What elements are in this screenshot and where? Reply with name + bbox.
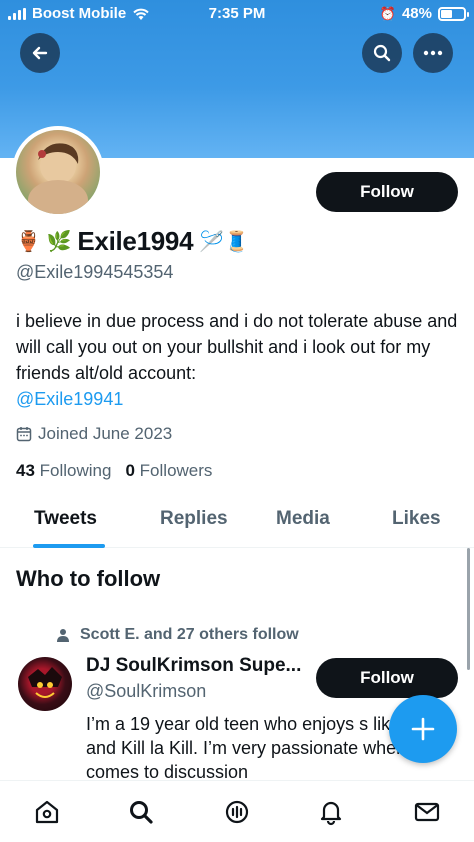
suggestion-avatar[interactable]: [18, 657, 72, 711]
spaces-icon: [225, 800, 249, 824]
calendar-icon: [16, 427, 32, 442]
profile-bio: i believe in due process and i do not to…: [16, 308, 462, 412]
more-horizontal-icon: [423, 50, 443, 56]
nav-notifications[interactable]: [316, 797, 346, 827]
back-button[interactable]: [20, 33, 60, 73]
follow-counts: 43 Following 0 Followers: [16, 461, 212, 481]
following-link[interactable]: 43 Following: [16, 461, 111, 481]
followers-label: Followers: [139, 461, 213, 480]
following-label: Following: [39, 461, 112, 480]
name-emoji-right: 🪡🧵: [199, 230, 250, 253]
nav-spaces[interactable]: [222, 797, 252, 827]
joined-text: Joined June 2023: [38, 424, 173, 443]
avatar-image: [28, 143, 88, 214]
joined-date: Joined June 2023: [16, 424, 172, 444]
active-tab-indicator: [33, 544, 105, 548]
bio-text: i believe in due process and i do not to…: [16, 311, 458, 383]
social-context-text: Scott E. and 27 others follow: [80, 626, 299, 643]
tab-media[interactable]: Media: [276, 508, 330, 530]
notifications-icon: [320, 801, 342, 826]
followers-count: 0: [125, 461, 135, 480]
bio-mention-link[interactable]: @Exile19941: [16, 389, 123, 409]
tab-replies[interactable]: Replies: [160, 508, 228, 530]
nav-messages[interactable]: [412, 797, 442, 827]
search-button[interactable]: [362, 33, 402, 73]
suggestion-handle: @SoulKrimson: [86, 681, 207, 701]
profile-tabs: Tweets Replies Media Likes: [0, 498, 474, 548]
more-button[interactable]: [413, 33, 453, 73]
name-emoji-left: 🏺 🌿: [16, 230, 72, 253]
battery-icon: [438, 6, 469, 21]
alarm-icon: ⏰: [379, 5, 396, 21]
battery-fill: [441, 9, 452, 18]
search-icon: [373, 44, 391, 62]
profile-avatar[interactable]: [12, 126, 104, 218]
nav-search[interactable]: [126, 797, 156, 827]
following-count: 43: [16, 461, 35, 480]
followers-link[interactable]: 0 Followers: [125, 461, 212, 481]
tab-tweets[interactable]: Tweets: [34, 508, 97, 530]
plus-icon: [411, 717, 435, 741]
search-icon: [130, 801, 153, 824]
bottom-nav: [0, 780, 474, 842]
home-icon: [35, 800, 59, 824]
tab-likes[interactable]: Likes: [392, 508, 441, 530]
suggestion-follow-button[interactable]: Follow: [316, 658, 458, 698]
compose-tweet-button[interactable]: [389, 695, 457, 763]
battery-percent: 48%: [401, 5, 432, 22]
status-bar: Boost Mobile 7:35 PM ⏰ 48%: [0, 0, 474, 28]
arrow-left-icon: [32, 46, 48, 60]
display-name: Exile1994: [77, 226, 194, 256]
messages-icon: [414, 802, 440, 822]
who-to-follow-title: Who to follow: [16, 566, 161, 591]
nav-home[interactable]: [32, 797, 62, 827]
profile-name-row: 🏺 🌿 Exile1994 🪡🧵: [16, 226, 249, 257]
suggestion-name[interactable]: DJ SoulKrimson Supe...: [86, 655, 316, 677]
suggestion-avatar-image: [28, 667, 62, 698]
profile-handle: @Exile1994545354: [16, 262, 174, 282]
person-icon: [57, 629, 69, 642]
scrollbar[interactable]: [467, 548, 470, 670]
social-context: Scott E. and 27 others follow: [56, 626, 299, 644]
follow-button[interactable]: Follow: [316, 172, 458, 212]
